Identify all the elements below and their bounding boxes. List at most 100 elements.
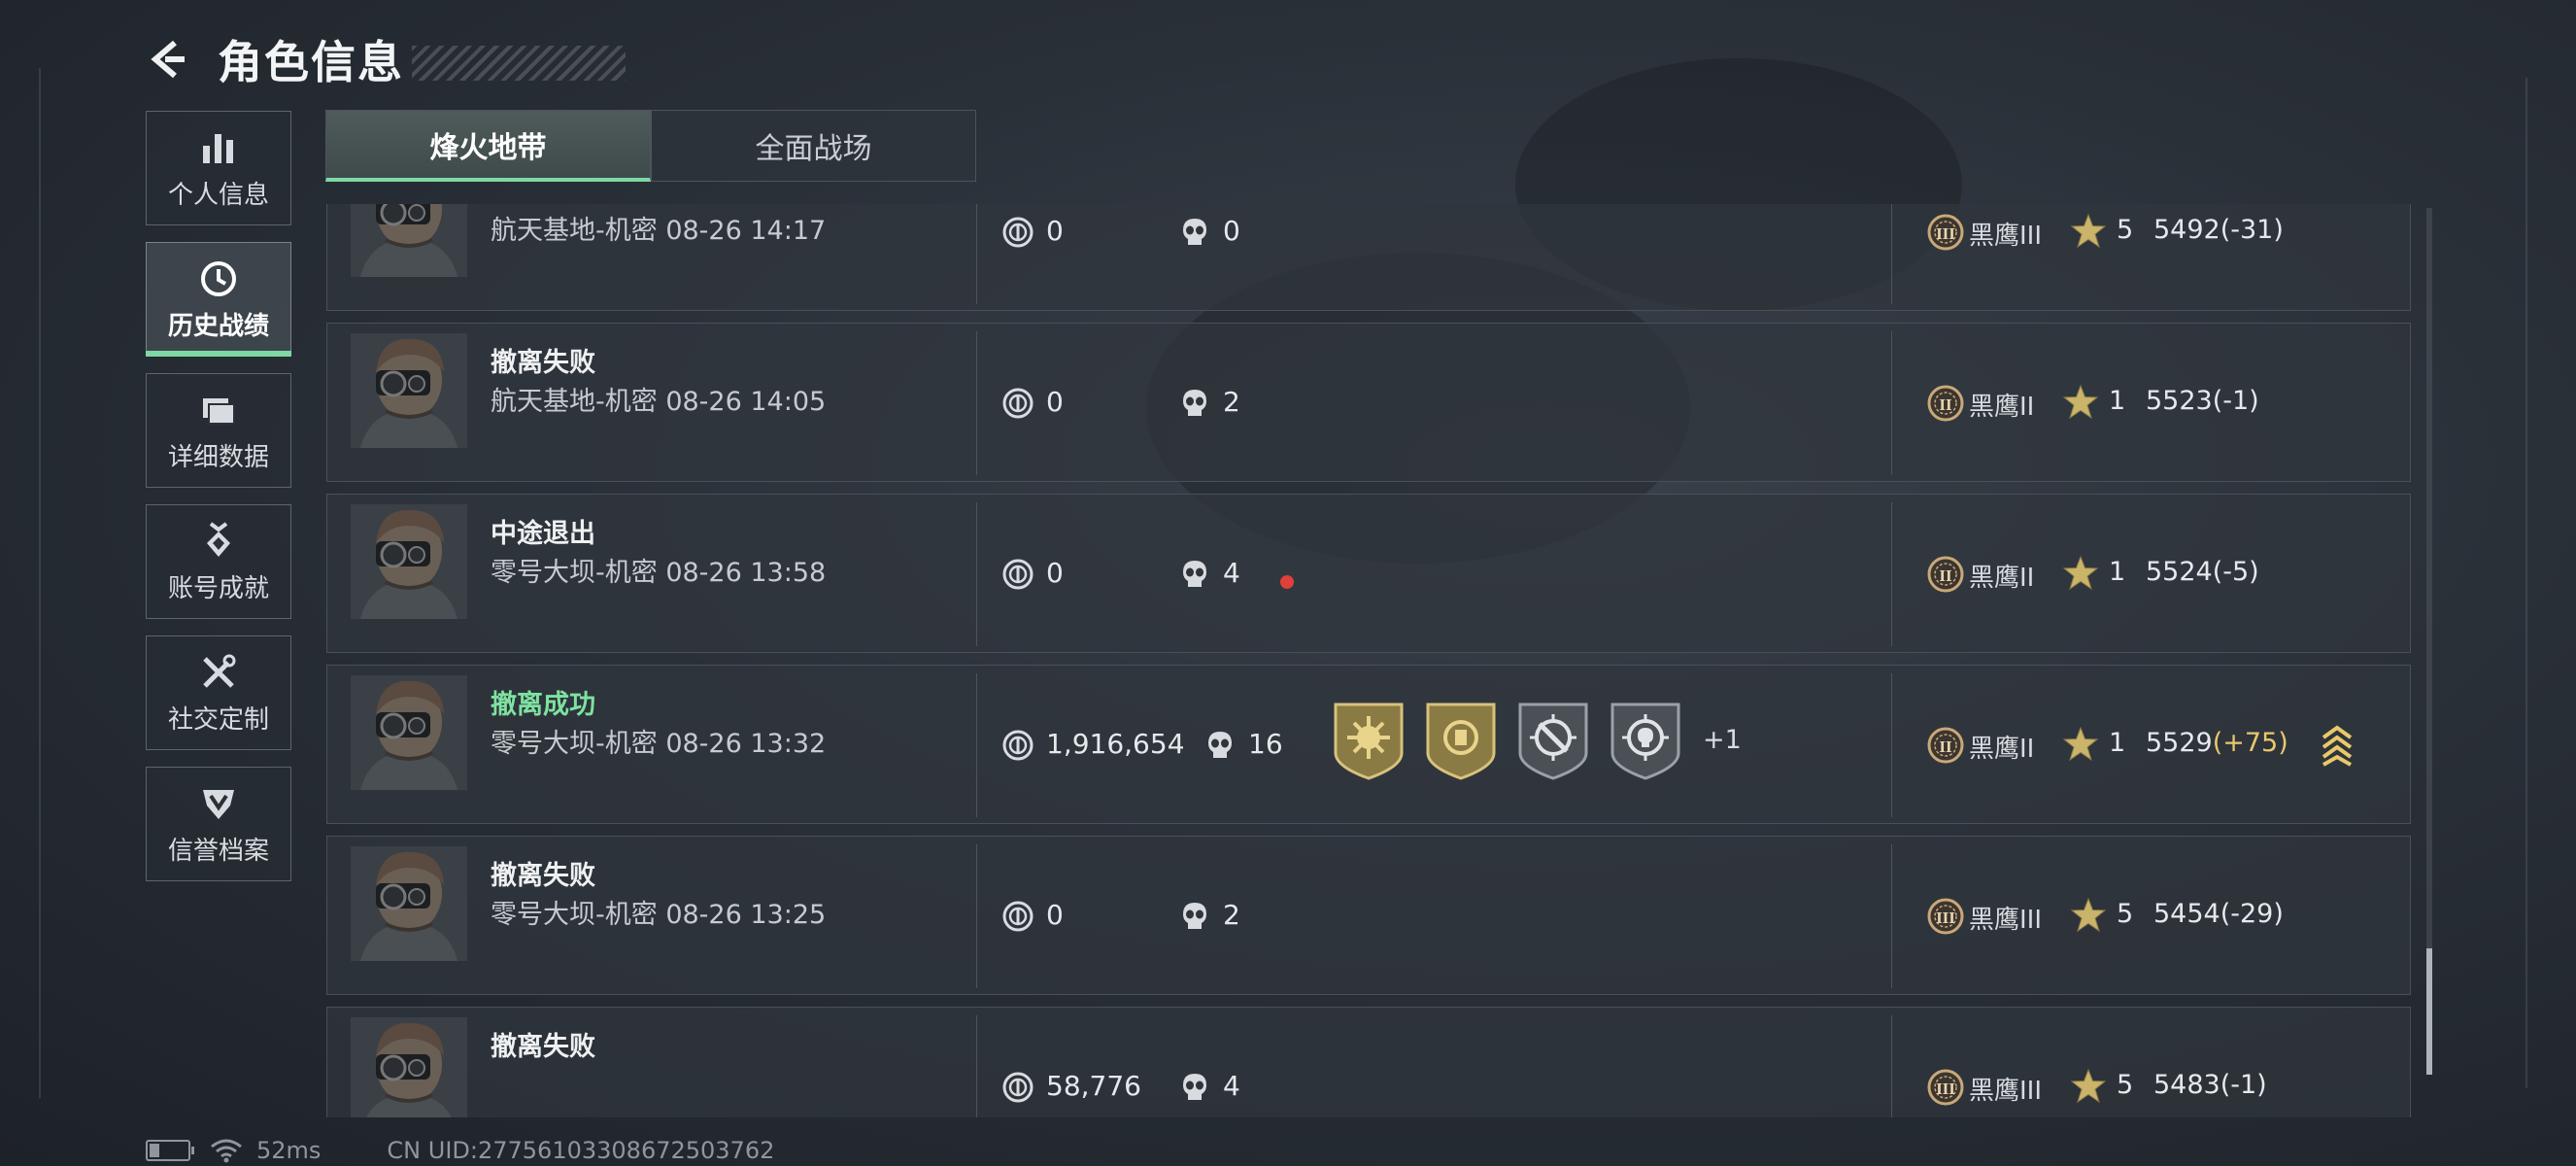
rank-badge-icon: III (1926, 213, 1965, 252)
scrollbar-thumb[interactable] (2426, 948, 2432, 1075)
column-divider (1891, 502, 1892, 646)
avatar (351, 846, 467, 961)
tab-operations-zone[interactable]: 烽火地带 (325, 110, 651, 182)
operator-portrait (351, 846, 467, 961)
star-level: 1 (2109, 386, 2126, 416)
kill-count: 4 (1223, 557, 1240, 589)
back-arrow-icon (151, 40, 185, 79)
sidebar-item-label: 社交定制 (167, 704, 269, 735)
sidebar-item-detailed-data[interactable]: 详细数据 (146, 373, 291, 488)
coin-icon (1002, 388, 1034, 419)
ping-text: 52ms (256, 1137, 322, 1164)
badge-crosshair-wrench-icon[interactable] (1516, 699, 1590, 780)
kill-count: 4 (1223, 1070, 1240, 1102)
sidebar-item-credit-record[interactable]: 信誉档案 (146, 767, 291, 881)
rank-emblem: III (1927, 1069, 1964, 1106)
column-divider (976, 331, 977, 475)
svg-text:III: III (1936, 909, 1955, 927)
kill-skull-glyph (1183, 1074, 1206, 1100)
sidebar-item-personal-info[interactable]: 个人信息 (146, 111, 291, 225)
sidebar-item-achievements[interactable]: 账号成就 (146, 504, 291, 619)
money-icon (1001, 729, 1034, 762)
rank-badge-icon: III (1926, 897, 1965, 936)
skull-icon (1180, 388, 1209, 419)
rank-score: 5523(-1) (2146, 386, 2259, 416)
rank-emblem: III (1927, 898, 1964, 935)
laurel-emblem-icon (1426, 703, 1496, 780)
star-glyph (2062, 726, 2099, 762)
match-result: 撤离失败 (491, 204, 595, 208)
badges-more-count[interactable]: +1 (1703, 725, 1742, 755)
kill-count: 16 (1248, 728, 1283, 760)
skull-icon (1180, 1072, 1209, 1103)
scrollbar[interactable] (2426, 208, 2432, 1075)
money-icon (1001, 387, 1034, 420)
rank-score: 5483(-1) (2153, 1070, 2267, 1100)
battery-icon (146, 1140, 194, 1161)
score-delta: (+75) (2212, 728, 2288, 758)
star-icon (2070, 1068, 2107, 1105)
match-row[interactable]: 中途退出 零号大坝-机密 08-26 13:58 0 4 II 黑鹰II 1 5524(… (326, 494, 2411, 653)
sidebar-item-label: 信誉档案 (167, 836, 269, 866)
match-row[interactable]: 撤离失败 零号大坝-机密 08-26 13:25 0 2 III 黑鹰III 5 545… (326, 836, 2411, 995)
tab-full-battlefield[interactable]: 全面战场 (651, 110, 976, 182)
svg-text:III: III (1936, 224, 1955, 243)
match-history-list[interactable]: 撤离失败航天基地-机密 08-26 14:17 0 0 III黑鹰III5549… (326, 204, 2411, 1117)
rank-score: 5524(-5) (2146, 557, 2259, 587)
rank-name: 黑鹰II (1969, 735, 2035, 764)
skull-icon (1180, 901, 1209, 932)
operator-portrait (351, 333, 467, 448)
rank-score: 5492(-31) (2153, 215, 2284, 245)
column-divider (1891, 204, 1892, 304)
background-line (2525, 78, 2527, 1088)
star-icon (2070, 213, 2107, 250)
match-row[interactable]: 撤离失败航天基地-机密 08-26 14:17 0 0 III 黑鹰III 5 549… (326, 204, 2411, 311)
back-button[interactable] (146, 37, 190, 82)
rank-name: 黑鹰II (1969, 393, 2035, 422)
kill-count: 0 (1223, 215, 1240, 247)
column-divider (1891, 673, 1892, 817)
rank-score: 5454(-29) (2153, 899, 2284, 929)
match-result: 撤离失败 (491, 348, 595, 378)
avatar (351, 204, 467, 277)
skull-icon (1180, 559, 1209, 590)
kill-skull-glyph (1183, 561, 1206, 587)
page-title: 角色信息 (218, 36, 404, 88)
badge-sun-burst-icon[interactable] (1332, 699, 1406, 780)
rank-emblem: II (1927, 556, 1964, 593)
page-header: 角色信息 (146, 27, 626, 91)
match-row[interactable]: 撤离成功 零号大坝-机密 08-26 13:32 1,916,654 16 +1 I… (326, 665, 2411, 824)
sidebar-item-social-custom[interactable]: 社交定制 (146, 635, 291, 750)
score-delta: (-5) (2212, 557, 2259, 587)
match-row[interactable]: 撤离失败 58,776 4 III 黑鹰III 5 5483(-1) (326, 1007, 2411, 1117)
score-value: 5454 (2153, 899, 2220, 929)
rank-emblem: II (1927, 727, 1964, 764)
rank-badge-icon: II (1926, 384, 1965, 423)
score-value: 5524 (2146, 557, 2213, 587)
score-delta: (-31) (2220, 215, 2284, 245)
crosshair-wrench-icon (1518, 703, 1588, 780)
money-icon (1001, 216, 1034, 249)
avatar (351, 504, 467, 619)
sidebar-item-match-history[interactable]: 历史战绩 (146, 242, 291, 357)
match-badges: +1 (1332, 699, 1742, 780)
svg-text:II: II (1939, 737, 1952, 756)
rank-score: 5529(+75) (2146, 728, 2288, 758)
match-result: 撤离失败 (491, 1032, 595, 1062)
rank-badge-icon: II (1926, 726, 1965, 765)
extracted-value: 58,776 (1046, 1070, 1141, 1102)
extracted-value: 0 (1046, 557, 1064, 589)
sun-burst-icon (1334, 703, 1404, 780)
skull-icon (1180, 217, 1209, 248)
score-delta: (-1) (2220, 1070, 2267, 1100)
operator-portrait (351, 204, 467, 277)
badge-laurel-emblem-icon[interactable] (1424, 699, 1498, 780)
sidebar-item-label: 历史战绩 (167, 311, 269, 341)
badge-crosshair-skull-icon[interactable] (1609, 699, 1682, 780)
match-row[interactable]: 撤离失败 航天基地-机密 08-26 14:05 0 2 II 黑鹰II 1 5523(… (326, 323, 2411, 482)
star-icon (2070, 897, 2107, 934)
background-line (39, 68, 41, 1098)
sidebar-item-label: 个人信息 (167, 180, 269, 210)
score-delta: (-1) (2212, 386, 2259, 416)
column-divider (976, 502, 977, 646)
